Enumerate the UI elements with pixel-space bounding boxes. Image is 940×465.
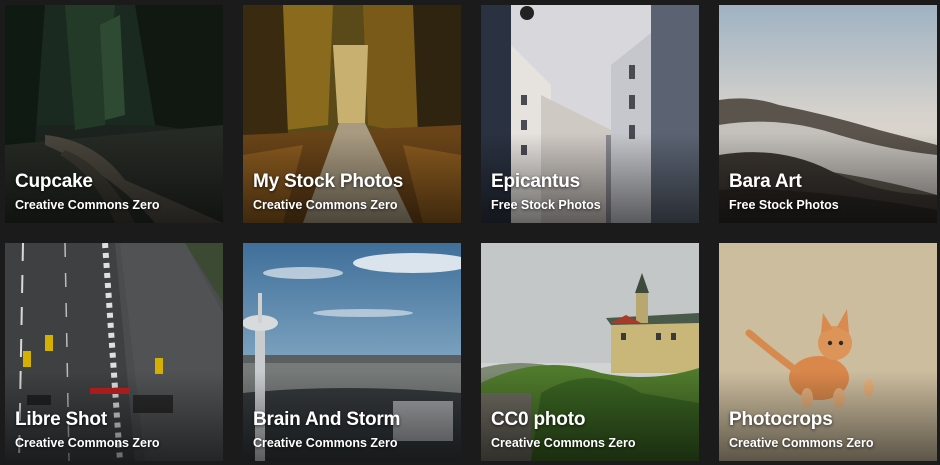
source-card-brain-and-storm[interactable]: Brain And Storm Creative Commons Zero [243,243,461,461]
source-card-cc0-photo[interactable]: CC0 photo Creative Commons Zero [481,243,699,461]
card-title: Photocrops [729,409,833,430]
card-title: My Stock Photos [253,171,404,192]
card-title: Bara Art [729,171,802,192]
source-card-photocrops[interactable]: Photocrops Creative Commons Zero [719,243,937,461]
card-subtitle: Creative Commons Zero [729,436,874,450]
source-card-epicantus[interactable]: Epicantus Free Stock Photos [481,5,699,223]
card-subtitle: Creative Commons Zero [15,436,160,450]
card-subtitle: Free Stock Photos [491,198,601,212]
card-title: Brain And Storm [253,409,401,430]
card-title: Libre Shot [15,409,107,430]
source-card-cupcake[interactable]: Cupcake Creative Commons Zero [5,5,223,223]
card-title: Cupcake [15,171,93,192]
card-subtitle: Free Stock Photos [729,198,839,212]
card-subtitle: Creative Commons Zero [253,198,398,212]
source-card-my-stock-photos[interactable]: My Stock Photos Creative Commons Zero [243,5,461,223]
card-title: CC0 photo [491,409,586,430]
card-subtitle: Creative Commons Zero [491,436,636,450]
card-subtitle: Creative Commons Zero [253,436,398,450]
card-title: Epicantus [491,171,580,192]
source-card-libre-shot[interactable]: Libre Shot Creative Commons Zero [5,243,223,461]
source-grid: Cupcake Creative Commons Zero My Stock P… [0,0,940,465]
card-subtitle: Creative Commons Zero [15,198,160,212]
source-card-bara-art[interactable]: Bara Art Free Stock Photos [719,5,937,223]
